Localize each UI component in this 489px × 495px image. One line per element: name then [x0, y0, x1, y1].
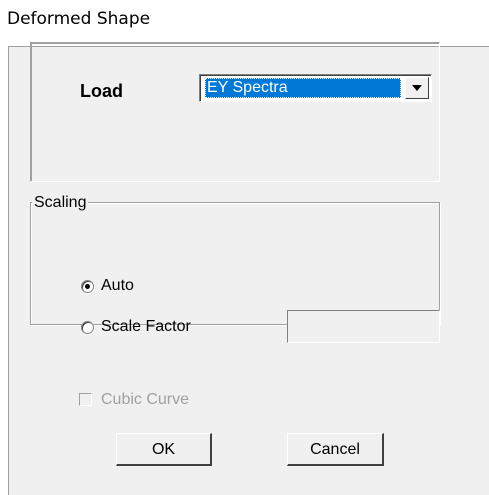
scaling-legend: Scaling: [32, 194, 89, 212]
auto-radio[interactable]: [81, 280, 94, 293]
window-title: Deformed Shape: [7, 9, 151, 29]
cubic-curve-label: Cubic Curve: [101, 391, 190, 408]
auto-label[interactable]: Auto: [101, 277, 134, 295]
load-panel: [30, 42, 440, 182]
ok-button[interactable]: OK: [116, 433, 212, 466]
scaling-groupbox: [30, 202, 440, 325]
scale-factor-label[interactable]: Scale Factor: [101, 318, 191, 336]
load-selected-value[interactable]: EY Spectra: [205, 78, 401, 98]
cubic-curve-checkbox[interactable]: [79, 393, 92, 406]
load-combobox[interactable]: EY Spectra: [199, 74, 432, 102]
chevron-down-icon[interactable]: [405, 77, 429, 99]
cancel-button[interactable]: Cancel: [287, 433, 384, 466]
scale-factor-input[interactable]: [287, 310, 440, 343]
scale-factor-radio[interactable]: [81, 321, 94, 334]
load-label: Load: [80, 81, 123, 101]
